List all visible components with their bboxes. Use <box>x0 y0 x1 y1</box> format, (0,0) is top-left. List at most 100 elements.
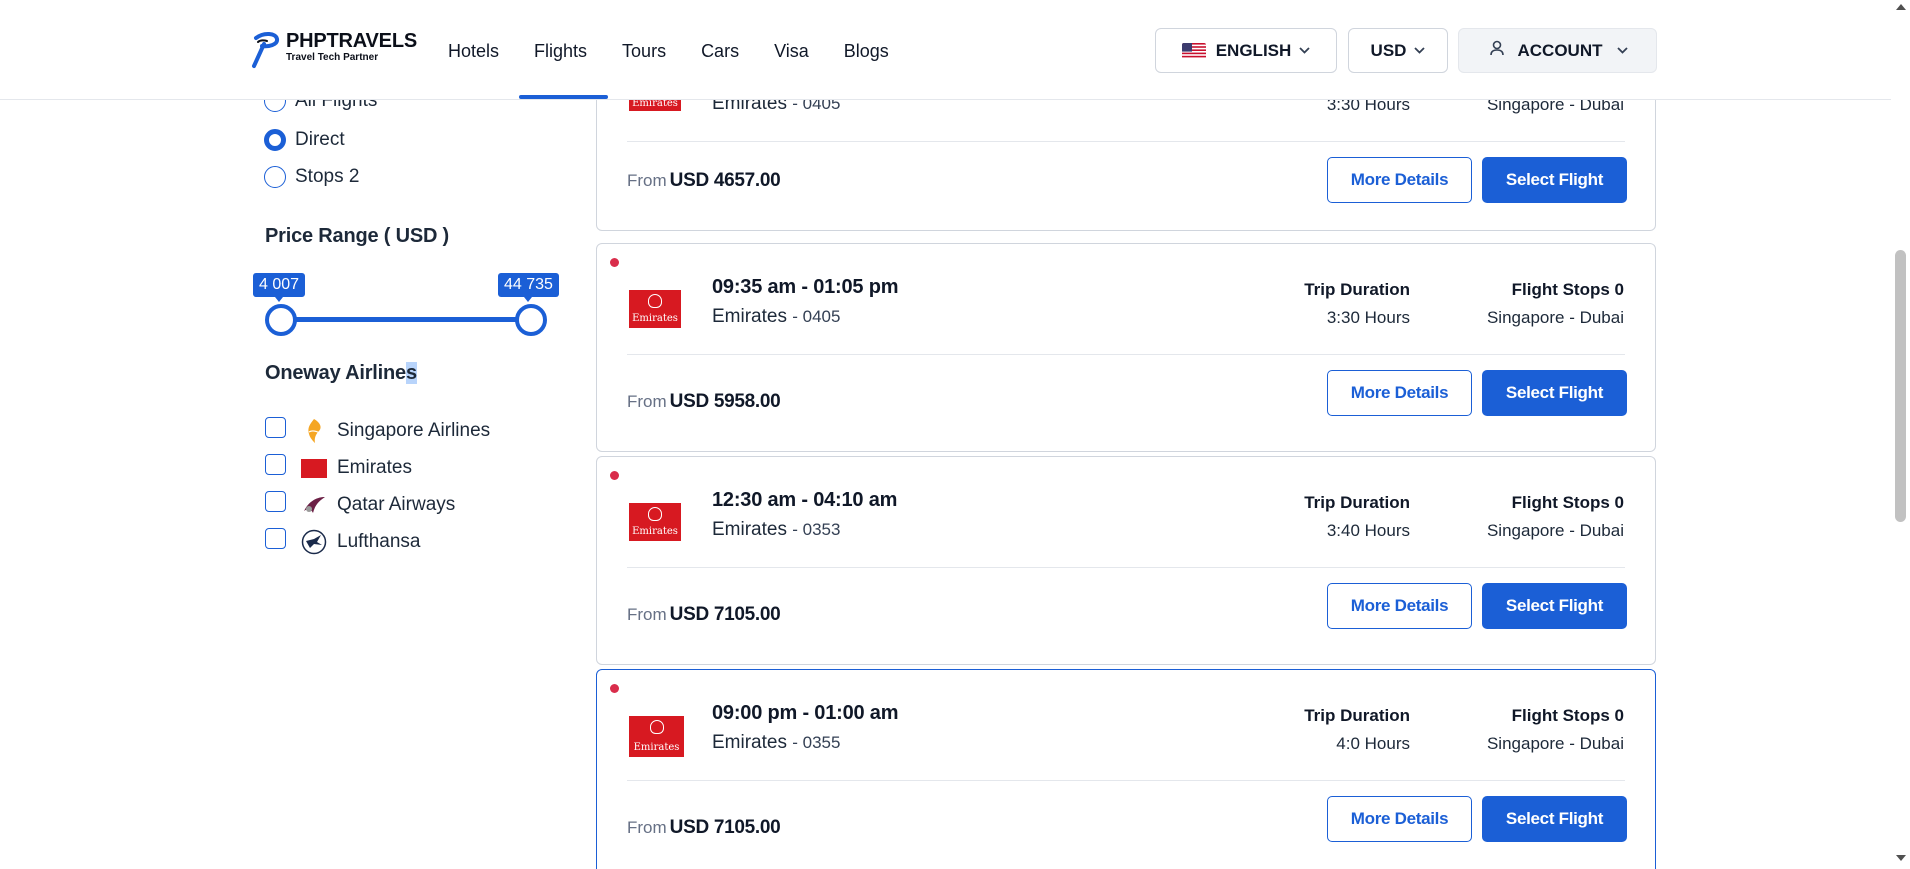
more-details-button[interactable]: More Details <box>1327 370 1472 416</box>
flight-indicator-dot <box>610 471 619 480</box>
card-divider <box>627 141 1625 142</box>
brand-name: PHPTRAVELS <box>286 30 417 52</box>
emirates-logo-icon <box>301 455 327 481</box>
flight-card: Emirates 09:00 pm - 01:00 am Emirates - … <box>596 669 1656 869</box>
radio-button-selected[interactable] <box>264 129 286 151</box>
select-flight-button[interactable]: Select Flight <box>1482 583 1627 629</box>
flight-indicator-dot <box>610 258 619 267</box>
airline-filter-emirates[interactable]: Emirates <box>265 453 412 481</box>
account-label: ACCOUNT <box>1517 40 1603 60</box>
chevron-down-icon <box>1616 43 1628 57</box>
airline-filter-label: Emirates <box>337 457 412 478</box>
price-range-track[interactable] <box>280 317 532 322</box>
nav-item-visa[interactable]: Visa <box>774 38 809 64</box>
price-min-handle[interactable] <box>265 304 297 336</box>
scroll-down-arrow-icon[interactable] <box>1896 855 1906 861</box>
airline-filter-label: Qatar Airways <box>337 494 456 515</box>
card-divider <box>627 354 1625 355</box>
price-max-handle[interactable] <box>515 304 547 336</box>
language-dropdown[interactable]: ENGLISH <box>1155 28 1337 73</box>
more-details-button[interactable]: More Details <box>1327 796 1472 842</box>
nav-item-hotels[interactable]: Hotels <box>448 38 499 64</box>
us-flag-icon <box>1181 42 1206 59</box>
oneway-airlines-title: Oneway Airlines <box>265 362 417 384</box>
stops-option-label: Stops 2 <box>295 166 360 187</box>
trip-duration-value: 4:0 Hours <box>1336 734 1410 753</box>
stops-option-direct[interactable]: Direct <box>264 129 345 151</box>
scrollbar-thumb[interactable] <box>1895 250 1906 522</box>
flight-indicator-dot <box>610 684 619 693</box>
price-max-tooltip: 44 735 <box>498 273 559 302</box>
checkbox[interactable] <box>265 490 286 512</box>
flight-route: Singapore - Dubai <box>1486 734 1624 753</box>
scroll-up-arrow-icon[interactable] <box>1896 4 1906 10</box>
emirates-logo: Emirates <box>629 290 681 328</box>
qatar-airways-logo-icon <box>301 492 327 518</box>
flight-price: From USD 5958.00 <box>627 391 781 412</box>
brand-logo[interactable]: PHPTRAVELS Travel Tech Partner <box>250 30 417 70</box>
trip-duration-label: Trip Duration <box>1304 706 1410 725</box>
flight-route: Singapore - Dubai <box>1486 521 1624 540</box>
airline-filter-qatar[interactable]: Qatar Airways <box>265 490 456 518</box>
airline-filter-singapore[interactable]: Singapore Airlines <box>265 416 491 444</box>
emirates-logo: Emirates <box>629 716 684 757</box>
nav-item-flights[interactable]: Flights <box>534 38 587 64</box>
currency-dropdown[interactable]: USD <box>1348 28 1448 73</box>
phptravels-logo-icon <box>252 32 279 68</box>
singapore-airlines-logo-icon <box>301 418 327 444</box>
currency-label: USD <box>1370 40 1407 60</box>
flight-times: 12:30 am - 04:10 am <box>712 489 898 511</box>
emirates-logo: Emirates <box>629 503 681 541</box>
trip-duration-label: Trip Duration <box>1304 280 1410 299</box>
brand-tagline: Travel Tech Partner <box>286 52 379 63</box>
radio-button[interactable] <box>264 166 286 188</box>
language-label: ENGLISH <box>1215 40 1292 60</box>
airline-filter-lufthansa[interactable]: Lufthansa <box>265 527 421 555</box>
flight-airline: Emirates - 0353 <box>712 519 841 540</box>
trip-duration-value: 3:40 Hours <box>1326 521 1410 540</box>
main-nav: Hotels Flights Tours Cars Visa Blogs <box>448 38 924 64</box>
flight-price: From USD 4657.00 <box>627 170 781 191</box>
checkbox[interactable] <box>265 416 286 438</box>
chevron-down-icon <box>1414 43 1426 57</box>
card-divider <box>627 780 1625 781</box>
flight-stops-label: Flight Stops 0 <box>1511 706 1624 725</box>
flight-card: Emirates 12:30 am - 04:10 am Emirates - … <box>596 456 1656 665</box>
price-range-title: Price Range ( USD ) <box>265 225 450 247</box>
flight-stops-label: Flight Stops 0 <box>1511 280 1624 299</box>
flight-times: 09:00 pm - 01:00 am <box>712 702 899 724</box>
checkbox[interactable] <box>265 527 286 549</box>
flight-times: 09:35 am - 01:05 pm <box>712 276 899 298</box>
chevron-down-icon <box>1299 43 1310 57</box>
select-flight-button[interactable]: Select Flight <box>1482 796 1627 842</box>
flight-airline: Emirates - 0355 <box>712 732 841 753</box>
active-nav-indicator <box>519 95 608 99</box>
site-header: PHPTRAVELS Travel Tech Partner Hotels Fl… <box>0 0 1891 100</box>
flight-price: From USD 7105.00 <box>627 817 781 838</box>
more-details-button[interactable]: More Details <box>1327 583 1472 629</box>
checkbox[interactable] <box>265 453 286 475</box>
flight-route: Singapore - Dubai <box>1486 308 1624 327</box>
card-divider <box>627 567 1625 568</box>
stops-option-label: Direct <box>295 129 345 150</box>
flight-price: From USD 7105.00 <box>627 604 781 625</box>
flight-stops-label: Flight Stops 0 <box>1511 493 1624 512</box>
nav-item-tours[interactable]: Tours <box>622 38 666 64</box>
flight-airline: Emirates - 0405 <box>712 306 841 327</box>
account-dropdown[interactable]: ACCOUNT <box>1458 28 1657 73</box>
stops-option-2[interactable]: Stops 2 <box>264 166 359 188</box>
airline-filter-label: Singapore Airlines <box>337 420 491 441</box>
nav-item-cars[interactable]: Cars <box>701 38 739 64</box>
trip-duration-label: Trip Duration <box>1304 493 1410 512</box>
user-icon <box>1488 39 1506 62</box>
select-flight-button[interactable]: Select Flight <box>1482 370 1627 416</box>
page-scrollbar[interactable] <box>1891 0 1910 869</box>
select-flight-button[interactable]: Select Flight <box>1482 157 1627 203</box>
price-min-tooltip: 4 007 <box>253 273 306 302</box>
more-details-button[interactable]: More Details <box>1327 157 1472 203</box>
nav-item-blogs[interactable]: Blogs <box>844 38 889 64</box>
trip-duration-value: 3:30 Hours <box>1326 308 1410 327</box>
airline-filter-label: Lufthansa <box>337 531 421 552</box>
lufthansa-logo-icon <box>301 529 327 555</box>
flight-card: Emirates 09:35 am - 01:05 pm Emirates - … <box>596 243 1656 452</box>
